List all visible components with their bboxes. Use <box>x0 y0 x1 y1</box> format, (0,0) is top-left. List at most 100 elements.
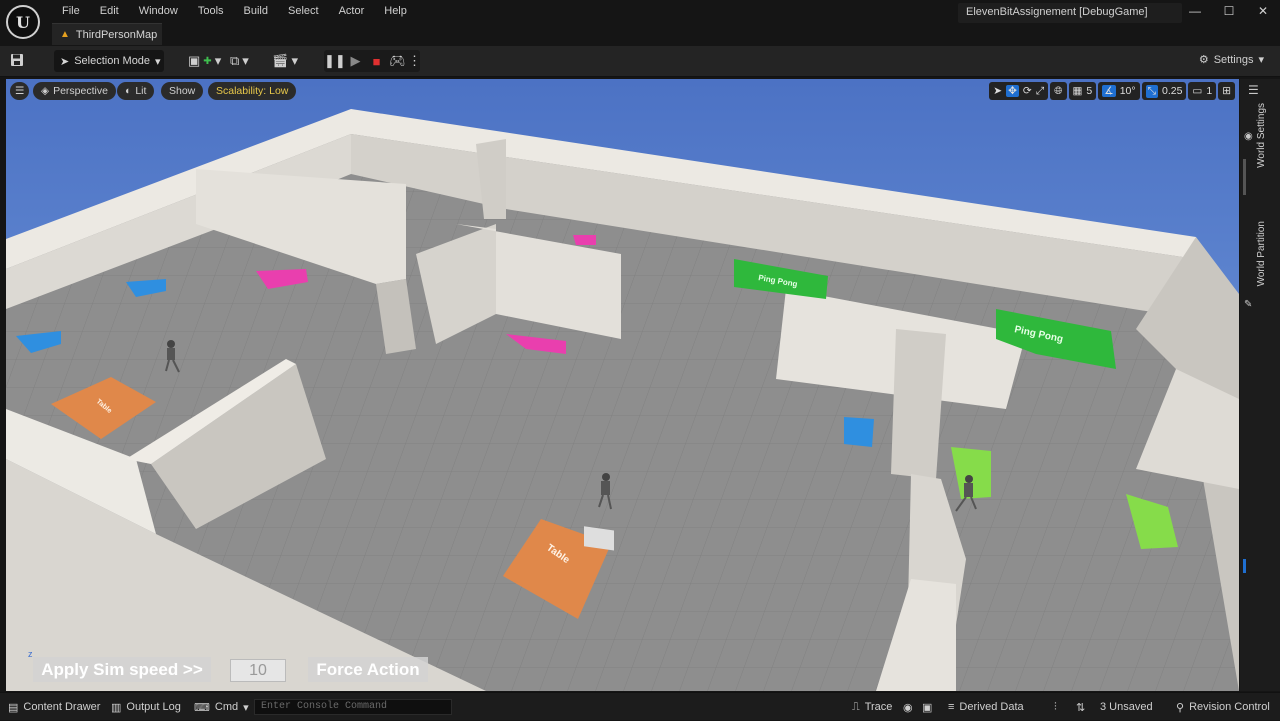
gamepad-icon[interactable]: 🎮︎ <box>387 53 408 69</box>
world-local-toggle[interactable]: 🌐︎ <box>1050 82 1067 100</box>
trace-label: Trace <box>864 701 893 713</box>
screenshot-icon[interactable]: ▣ <box>922 693 932 721</box>
save-icon[interactable] <box>10 53 28 69</box>
add-actor-button[interactable]: ▣ ✚ ▾ <box>188 51 221 71</box>
cube-icon: ◈ <box>41 85 50 97</box>
level-viewport[interactable]: Ping Pong Ping Pong Table Table ☰ ◈ Pers… <box>6 79 1239 691</box>
log-icon: ▥ <box>111 701 122 714</box>
trace-icon: ⎍ <box>852 700 860 713</box>
step-icon[interactable]: ▶︎ <box>345 53 366 69</box>
menu-select[interactable]: Select <box>278 4 329 18</box>
menu-bar: U File Edit Window Tools Build Select Ac… <box>0 0 1280 46</box>
angle-snap-icon: ∡ <box>1102 85 1116 97</box>
maximize-icon[interactable]: ☐ <box>1212 4 1246 18</box>
level-tab-label: ThirdPersonMap <box>75 28 158 41</box>
menu-actor[interactable]: Actor <box>329 4 375 18</box>
world-partition-tab[interactable]: World Partition <box>1256 221 1267 286</box>
unreal-logo[interactable]: U <box>6 5 40 39</box>
pause-icon[interactable]: ❚❚ <box>324 53 346 69</box>
scale-tool-icon[interactable]: ⤢ <box>1036 85 1044 98</box>
settings-button[interactable]: ⚙ Settings ▾ <box>1198 53 1264 67</box>
rotation-snap-button[interactable]: ∡ 10° <box>1098 82 1140 100</box>
main-menu: File Edit Window Tools Build Select Acto… <box>52 4 417 18</box>
chevron-down-icon: ▾ <box>214 53 222 68</box>
selection-mode-label: Selection Mode <box>74 55 151 67</box>
menu-tools[interactable]: Tools <box>188 4 234 18</box>
scrollbar-indicator <box>1243 559 1246 573</box>
chevron-down-icon: ▾ <box>291 53 299 68</box>
blueprint-icon: ⧉ <box>230 53 240 68</box>
window-controls: — ☐ ✕ <box>1178 4 1280 18</box>
details-icon[interactable]: ☰ <box>1248 83 1259 97</box>
output-log-label: Output Log <box>126 701 181 713</box>
terminal-icon: ⌨ <box>194 701 210 714</box>
derived-data-button[interactable]: ≡ Derived Data <box>948 693 1024 721</box>
minimize-icon[interactable]: — <box>1178 4 1212 18</box>
level-tab[interactable]: ▲ ThirdPersonMap <box>52 23 162 45</box>
scene-render[interactable]: Ping Pong Ping Pong Table Table <box>6 79 1239 691</box>
chevron-down-icon: ▾ <box>242 53 249 68</box>
content-drawer-button[interactable]: ▤ Content Drawer <box>8 693 100 721</box>
close-icon[interactable]: ✕ <box>1246 4 1280 18</box>
sim-speed-input[interactable]: 10 <box>230 659 286 682</box>
grid-snap-button[interactable]: ▦ 5 <box>1068 82 1097 100</box>
translate-tool-icon[interactable]: ✥ <box>1006 85 1019 97</box>
console-input[interactable]: Enter Console Command <box>254 699 452 715</box>
menu-file[interactable]: File <box>52 4 90 18</box>
output-log-button[interactable]: ▥ Output Log <box>111 693 181 721</box>
chevron-down-icon: ▾ <box>155 55 161 68</box>
cmd-dropdown[interactable]: ⌨ Cmd ▾ <box>194 693 249 721</box>
menu-help[interactable]: Help <box>374 4 417 18</box>
record-icon[interactable]: ◉ <box>903 693 913 721</box>
select-tool-icon[interactable]: ➤ <box>993 85 1002 97</box>
derived-data-icon: ≡ <box>948 701 955 713</box>
play-controls: ❚❚ ▶︎ ■ 🎮︎ ⋮ <box>324 50 421 72</box>
layout-button[interactable]: ⊞ <box>1218 82 1235 100</box>
gear-icon: ⚙ <box>1198 54 1209 66</box>
scalability-label: Scalability: Low <box>216 85 289 97</box>
scale-snap-button[interactable]: ⤡ 0.25 <box>1141 82 1187 100</box>
revision-control-button[interactable]: ⚲ Revision Control <box>1176 693 1270 721</box>
status-bar: ▤ Content Drawer ▥ Output Log ⌨ Cmd ▾ En… <box>0 692 1280 720</box>
lit-button[interactable]: ◐ Lit <box>117 82 155 100</box>
blueprint-button[interactable]: ⧉ ▾ <box>230 51 249 71</box>
menu-edit[interactable]: Edit <box>90 4 129 18</box>
derived-data-label: Derived Data <box>959 701 1024 713</box>
apply-sim-speed-button[interactable]: Apply Sim speed >> <box>33 657 211 682</box>
revision-control-icon: ⚲ <box>1176 701 1185 714</box>
force-action-button[interactable]: Force Action <box>308 657 428 682</box>
selection-mode-dropdown[interactable]: ➤ Selection Mode ▾ <box>54 50 164 72</box>
perspective-label: Perspective <box>53 85 108 97</box>
transform-tool-group: ➤ ✥ ⟳ ⤢ <box>989 82 1049 100</box>
stop-icon[interactable]: ■ <box>366 54 387 69</box>
show-button[interactable]: Show <box>161 82 204 100</box>
blue-pad-3 <box>844 417 874 447</box>
settings-label: Settings <box>1213 53 1254 66</box>
rotate-tool-icon[interactable]: ⟳ <box>1023 85 1032 97</box>
content-drawer-label: Content Drawer <box>23 701 101 713</box>
scalability-button[interactable]: Scalability: Low <box>208 82 297 100</box>
scale-snap-value: 0.25 <box>1161 85 1183 97</box>
camera-icon: ▭ <box>1192 85 1203 97</box>
menu-window[interactable]: Window <box>129 4 188 18</box>
project-title: ElevenBitAssignement [DebugGame] <box>958 3 1182 23</box>
trace-button[interactable]: ⎍ Trace <box>852 693 892 721</box>
transform-tools: ➤ ✥ ⟳ ⤢ 🌐︎ ▦ 5 ∡ 10° ⤡ 0.25 ▭ 1 ⊞ <box>989 82 1235 100</box>
camera-speed-button[interactable]: ▭ 1 <box>1188 82 1217 100</box>
clapperboard-icon: 🎬︎ <box>272 53 289 68</box>
menu-build[interactable]: Build <box>234 4 278 18</box>
scrollbar[interactable] <box>1243 159 1246 195</box>
cinematics-button[interactable]: 🎬︎ ▾ <box>272 51 298 71</box>
source-control-icon[interactable]: ⫶ <box>1054 693 1057 721</box>
perspective-button[interactable]: ◈ Perspective <box>33 82 116 100</box>
world-settings-tab[interactable]: World Settings <box>1256 103 1267 168</box>
pencil-icon[interactable]: ✎ <box>1244 299 1252 310</box>
chevron-down-icon: ▾ <box>243 701 249 714</box>
grid-snap-value: 5 <box>1086 85 1093 97</box>
rotation-snap-value: 10° <box>1119 85 1136 97</box>
hamburger-menu-icon[interactable]: ☰ <box>10 82 30 100</box>
side-panel: ☰ World Settings ◉ World Partition ✎ <box>1240 79 1280 691</box>
more-options-icon[interactable]: ⋮ <box>408 53 421 69</box>
unsaved-button[interactable]: 3 Unsaved <box>1100 693 1153 721</box>
revision-control-label: Revision Control <box>1189 701 1270 713</box>
